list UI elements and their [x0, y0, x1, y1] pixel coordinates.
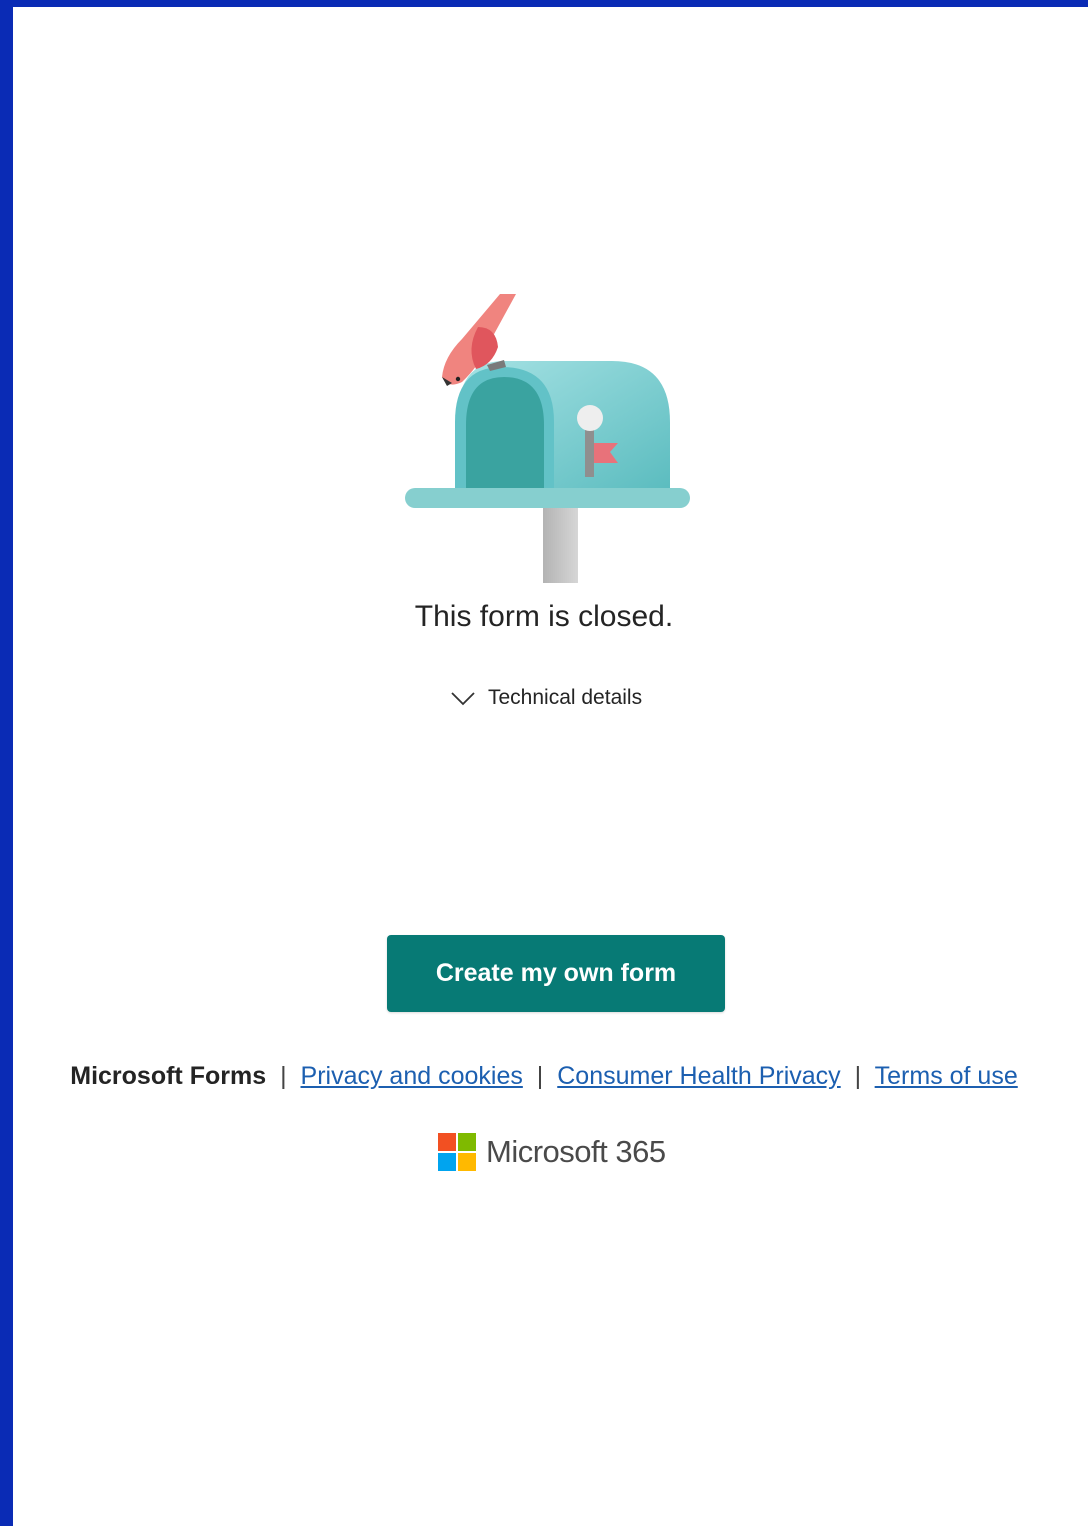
consumer-health-privacy-link[interactable]: Consumer Health Privacy: [557, 1062, 840, 1090]
page-frame: [13, 7, 1088, 1526]
mailbox-door: [466, 377, 544, 491]
form-closed-message: This form is closed.: [414, 600, 674, 633]
terms-of-use-link[interactable]: Terms of use: [875, 1062, 1018, 1090]
privacy-and-cookies-link[interactable]: Privacy and cookies: [301, 1062, 523, 1090]
mailbox-flag-pole: [585, 425, 594, 477]
mailbox-flag-knob: [577, 405, 603, 431]
mailbox-illustration: [405, 294, 690, 583]
microsoft-365-branding: Microsoft 365: [438, 1132, 666, 1172]
footer: Microsoft Forms | Privacy and cookies | …: [0, 1058, 1088, 1094]
technical-details-label: Technical details: [488, 686, 643, 709]
mailbox-post: [543, 505, 578, 583]
footer-separator: |: [280, 1062, 287, 1090]
mailbox-shelf: [405, 488, 690, 508]
footer-brand: Microsoft Forms: [70, 1062, 267, 1090]
footer-separator: |: [536, 1062, 544, 1090]
chevron-down-icon: [451, 692, 475, 706]
footer-separator: |: [854, 1062, 862, 1090]
product-name: Microsoft 365: [486, 1134, 666, 1169]
create-my-own-form-button[interactable]: Create my own form: [387, 935, 725, 1012]
technical-details-toggle[interactable]: Technical details: [448, 682, 642, 714]
microsoft-logo-icon: [438, 1133, 476, 1171]
